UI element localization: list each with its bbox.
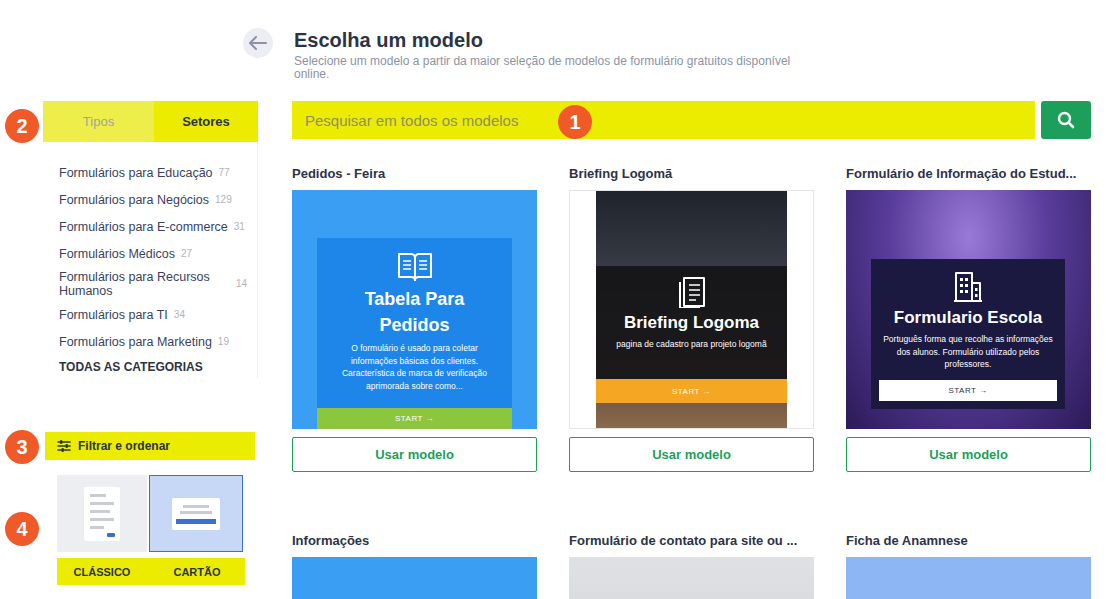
category-name: Formulários para Educação	[59, 166, 213, 180]
template-title: Briefing Logomã	[569, 166, 814, 182]
template-card: Briefing Logomã Briefing Logomapagina de …	[569, 166, 814, 472]
category-item[interactable]: Formulários para Recursos Humanos 14	[59, 267, 257, 301]
template-title: Ficha de Anamnese	[846, 533, 1091, 549]
form-preview-description: Português forma que recolhe as informaçõ…	[871, 329, 1065, 380]
magnifier-icon	[1057, 111, 1075, 129]
view-label[interactable]: CARTÃO	[149, 558, 245, 585]
category-item[interactable]: Formulários para Marketing 19	[59, 328, 257, 355]
content: TiposSetoresFormulários para Educação77F…	[0, 101, 1118, 599]
category-item[interactable]: Formulários para TI 34	[59, 301, 257, 328]
form-preview-start: START →	[879, 380, 1057, 401]
building-icon	[953, 271, 983, 303]
template-preview[interactable]	[846, 557, 1091, 599]
view-labels: CLÁSSICOCARTÃO	[57, 558, 245, 585]
preview-photo: Briefing Logomapagina de cadastro para p…	[596, 191, 787, 428]
form-preview-description: O formulário é usado para coletar inform…	[317, 338, 512, 408]
view-label[interactable]: CLÁSSICO	[57, 558, 147, 585]
sidebar-tab[interactable]: Tipos	[43, 101, 154, 142]
annotation-badge: 1	[558, 105, 592, 139]
annotation-badge: 3	[5, 430, 39, 464]
use-template-button[interactable]: Usar modelo	[569, 437, 814, 472]
category-count: 14	[236, 277, 247, 291]
category-name: Formulários Médicos	[59, 247, 175, 261]
template-preview[interactable]: Formulario EscolaPortuguês forma que rec…	[846, 190, 1091, 429]
category-count: 19	[218, 335, 229, 349]
header: Escolha um modelo Selecione um modelo a p…	[0, 0, 1118, 81]
view-option[interactable]	[57, 475, 147, 552]
form-preview-start: START →	[317, 408, 512, 429]
form-preview-box: Briefing Logomapagina de cadastro para p…	[596, 266, 787, 403]
category-item[interactable]: Formulários Médicos 27	[59, 240, 257, 267]
template-title: Pedidos - Feira	[292, 166, 537, 182]
sidebar-tab[interactable]: Setores	[154, 101, 258, 142]
category-name: Formulários para Marketing	[59, 335, 212, 349]
main: Pedidos - Feira Tabela Para PedidosO form…	[292, 101, 1091, 599]
sidebar-tabs: TiposSetores	[43, 101, 258, 142]
category-list: Formulários para Educação77Formulários p…	[43, 142, 258, 378]
filter-sort-button[interactable]: Filtrar e ordenar	[45, 432, 255, 460]
template-card: Pedidos - Feira Tabela Para PedidosO form…	[292, 166, 537, 472]
classic-layout-icon	[83, 486, 121, 542]
page-subtitle: Selecione um modelo a partir da maior se…	[294, 55, 822, 81]
category-item[interactable]: Formulários para E-commerce 31	[59, 213, 257, 240]
template-card: Ficha de Anamnese	[846, 533, 1091, 599]
form-preview-heading: Briefing Logoma	[624, 308, 759, 334]
view-toggle	[57, 475, 258, 552]
template-card: Formulário de contato para site ou ...	[569, 533, 814, 599]
form-preview-box: Formulario EscolaPortuguês forma que rec…	[871, 259, 1065, 409]
category-name: Formulários para E-commerce	[59, 220, 228, 234]
category-item[interactable]: Formulários para Educação 77	[59, 159, 257, 186]
use-template-button[interactable]: Usar modelo	[292, 437, 537, 472]
form-preview-description: pagina de cadastro para projeto logomã	[604, 334, 778, 379]
template-title: Informações	[292, 533, 537, 549]
book-icon	[397, 250, 433, 282]
card-layout-icon	[171, 497, 221, 531]
document-icon	[677, 276, 707, 308]
template-grid: Pedidos - Feira Tabela Para PedidosO form…	[292, 166, 1091, 599]
page: Escolha um modelo Selecione um modelo a p…	[0, 0, 1118, 599]
template-title: Formulário de Informação do Estud...	[846, 166, 1091, 182]
category-count: 77	[219, 166, 230, 180]
sidebar: TiposSetoresFormulários para Educação77F…	[43, 101, 258, 599]
back-button[interactable]	[243, 28, 273, 58]
annotation-badge: 4	[5, 512, 39, 546]
title-block: Escolha um modelo Selecione um modelo a p…	[294, 28, 822, 81]
page-title: Escolha um modelo	[294, 28, 822, 52]
category-count: 31	[234, 220, 245, 234]
category-count: 129	[215, 193, 232, 207]
template-preview[interactable]: Tabela Para PedidosO formulário é usado …	[292, 190, 537, 429]
view-option[interactable]	[149, 475, 243, 552]
category-count: 34	[174, 308, 185, 322]
form-preview-heading: Formulario Escola	[894, 303, 1042, 329]
search-bar	[292, 101, 1091, 139]
category-name: Formulários para Recursos Humanos	[59, 270, 230, 298]
search-button[interactable]	[1041, 101, 1091, 139]
filter-sort-label: Filtrar e ordenar	[78, 439, 170, 453]
template-title: Formulário de contato para site ou ...	[569, 533, 814, 549]
arrow-left-icon	[249, 36, 267, 50]
sliders-icon	[57, 440, 71, 452]
use-template-button[interactable]: Usar modelo	[846, 437, 1091, 472]
all-categories-link[interactable]: TODAS AS CATEGORIAS	[59, 358, 257, 376]
category-item[interactable]: Formulários para Negócios 129	[59, 186, 257, 213]
form-preview-box: Tabela Para PedidosO formulário é usado …	[317, 238, 512, 429]
category-name: Formulários para Negócios	[59, 193, 209, 207]
template-card: Informações	[292, 533, 537, 599]
annotation-badge: 2	[5, 109, 39, 143]
template-card: Formulário de Informação do Estud... Form…	[846, 166, 1091, 472]
template-preview[interactable]: Briefing Logomapagina de cadastro para p…	[569, 190, 814, 429]
form-preview-start: START →	[596, 379, 787, 403]
category-count: 27	[181, 247, 192, 261]
form-preview-heading: Tabela Para Pedidos	[317, 282, 512, 338]
template-preview[interactable]	[292, 557, 537, 599]
search-input[interactable]	[292, 101, 1035, 139]
category-name: Formulários para TI	[59, 308, 168, 322]
views: CLÁSSICOCARTÃO	[57, 475, 258, 585]
template-preview[interactable]	[569, 557, 814, 599]
